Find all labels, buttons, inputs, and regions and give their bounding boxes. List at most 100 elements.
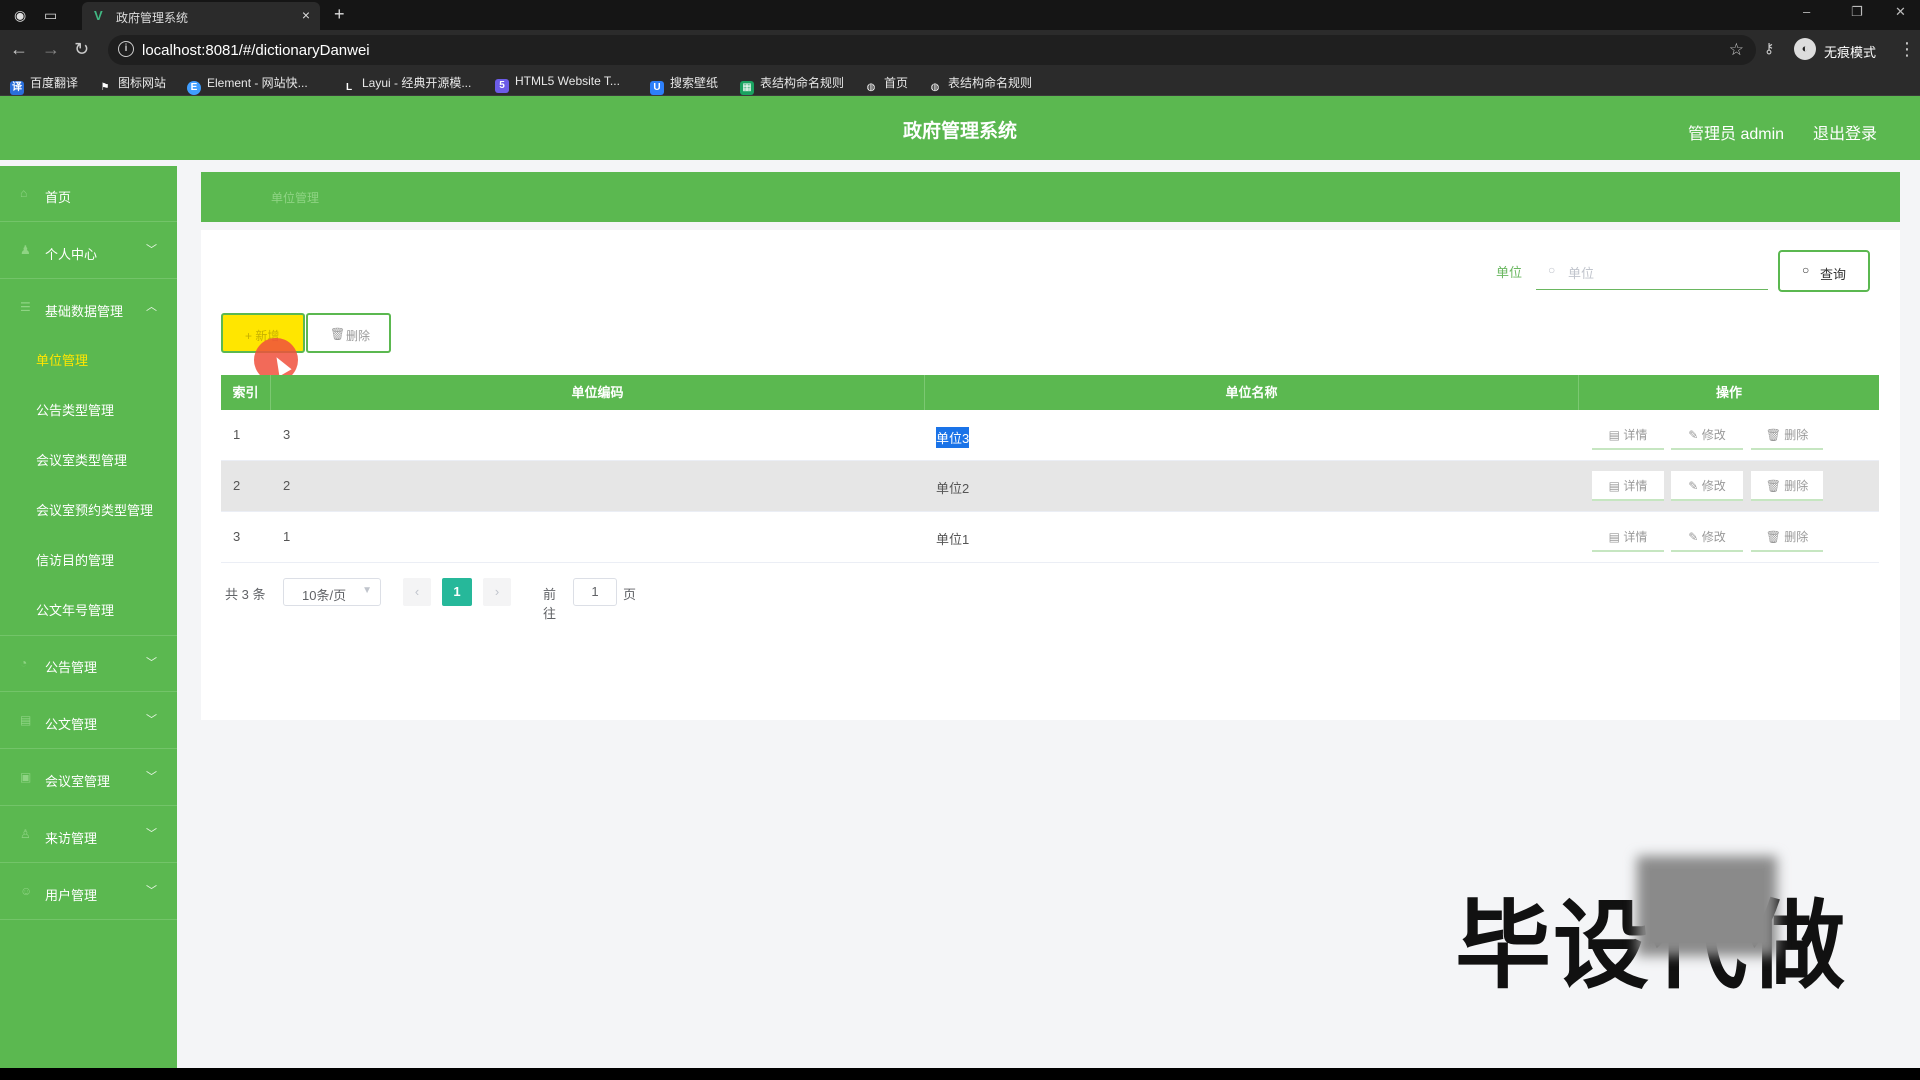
bookmark-item[interactable]: ◍ 表结构命名规则 [928, 74, 1032, 93]
next-page-button[interactable]: › [483, 578, 511, 606]
page-suffix: 页 [623, 587, 637, 602]
delete-button[interactable]: 🗑 删除 [1751, 420, 1823, 450]
new-tab-icon[interactable]: + [334, 4, 345, 25]
vue-favicon-icon: V [94, 8, 103, 23]
bookmark-label: 表结构命名规则 [760, 76, 845, 90]
room-icon: ▣ [20, 770, 32, 784]
sidebar-sub-room-type[interactable]: 会议室类型管理 [0, 432, 177, 482]
password-key-icon[interactable]: ⚷ [1764, 40, 1774, 57]
bookmark-item[interactable]: ⚑ 图标网站 [98, 74, 167, 93]
chevron-down-icon: ﹀ [146, 244, 157, 256]
sidebar-sub-petition-purpose[interactable]: 信访目的管理 [0, 532, 177, 582]
bookmark-item[interactable]: 5 HTML5 Website T... [495, 74, 620, 93]
bell-icon: ◔ [20, 656, 28, 670]
sidebar-item-label: 来访管理 [45, 831, 98, 846]
detail-button[interactable]: ▤ 详情 [1592, 471, 1664, 501]
bookmark-item[interactable]: 译百度翻译 [10, 74, 79, 95]
close-tab-icon[interactable]: × [302, 7, 310, 23]
page-size-select[interactable]: 10条/页 ▼ [283, 578, 381, 606]
chevron-down-icon: ﹀ [146, 885, 157, 897]
sidebar-item-document[interactable]: ▤ 公文管理 ﹀ [0, 693, 177, 749]
cell-index: 2 [233, 478, 241, 493]
column-header: 单位名称 [925, 375, 1579, 410]
watermark-blur [1637, 856, 1777, 956]
sidebar-item-profile[interactable]: ♟ 个人中心 ﹀ [0, 223, 177, 279]
edit-button[interactable]: ✎ 修改 [1671, 471, 1743, 501]
sidebar-item-label: 基础数据管理 [45, 304, 124, 319]
bookmark-label: Element - 网站快... [207, 76, 308, 90]
sidebar-item-label: 公文管理 [45, 717, 98, 732]
bookmark-item[interactable]: U 搜索壁纸 [650, 74, 718, 95]
chevron-down-icon: ﹀ [146, 771, 157, 783]
url-text: localhost:8081/#/dictionaryDanwei [142, 42, 370, 59]
url-field[interactable]: i localhost:8081/#/dictionaryDanwei ☆ [108, 35, 1756, 65]
query-button[interactable]: ○ 查询 [1778, 250, 1870, 292]
sidebar-sub-label: 信访目的管理 [36, 553, 115, 568]
delete-button[interactable]: 🗑 删除 [1751, 471, 1823, 501]
bulk-delete-label: 删除 [346, 329, 371, 343]
bookmark-star-icon[interactable]: ☆ [1729, 40, 1744, 60]
bookmark-item[interactable]: ◍ 首页 [864, 74, 908, 93]
sidebar-sub-doc-year[interactable]: 公文年号管理 [0, 582, 177, 632]
forward-arrow-icon[interactable]: → [42, 39, 60, 59]
chevron-down-icon: ﹀ [146, 828, 157, 840]
goto-page-input[interactable]: 1 [573, 578, 617, 606]
sidebar-item-notice[interactable]: ◔ 公告管理 ﹀ [0, 636, 177, 692]
sheet-icon: ▦ [740, 81, 754, 95]
close-window-icon[interactable]: ✕ [1895, 4, 1906, 20]
detail-button[interactable]: ▤ 详情 [1592, 420, 1664, 450]
edit-label: 修改 [1701, 428, 1726, 442]
bookmark-item[interactable]: L Layui - 经典开源模... [342, 74, 471, 93]
page-number-current[interactable]: 1 [442, 578, 472, 606]
browser-menu-icon[interactable]: ⋮ [1898, 39, 1916, 60]
sidebar-item-home[interactable]: ⌂ 首页 [0, 166, 177, 222]
delete-button[interactable]: 🗑 删除 [1751, 522, 1823, 552]
bulk-delete-button[interactable]: 🗑 删除 [306, 313, 391, 353]
query-button-label: 查询 [1820, 267, 1847, 282]
sidebar-item-basic-data[interactable]: ☰ 基础数据管理 ︿ [0, 280, 177, 336]
sidebar-item-meeting-room[interactable]: ▣ 会议室管理 ﹀ [0, 750, 177, 806]
restore-icon[interactable]: ❐ [1851, 4, 1863, 20]
goto-label: 前往 [543, 587, 557, 621]
table-row[interactable]: 1 3 单位3 ▤ 详情 ✎ 修改 🗑 删除 [221, 410, 1879, 461]
detail-button[interactable]: ▤ 详情 [1592, 522, 1664, 552]
prev-page-button[interactable]: ‹ [403, 578, 431, 606]
sidebar-sub-booking-type[interactable]: 会议室预约类型管理 [0, 482, 177, 532]
tab-strip-icon[interactable]: ▭ [44, 7, 57, 23]
back-arrow-icon[interactable]: ← [10, 39, 28, 59]
users-icon: ☺ [20, 884, 33, 898]
logout-link[interactable]: 退出登录 [1813, 120, 1877, 144]
bookmark-item[interactable]: ▦ 表结构命名规则 [740, 74, 845, 95]
element-icon: E [187, 81, 201, 95]
table-row[interactable]: 3 1 单位1 ▤ 详情 ✎ 修改 🗑 删除 [221, 512, 1879, 563]
sidebar-item-users[interactable]: ☺ 用户管理 ﹀ [0, 864, 177, 920]
breadcrumb: 单位管理 [201, 172, 1900, 222]
bookmark-label: HTML5 Website T... [515, 74, 620, 88]
search-placeholder: 单位 [1568, 266, 1595, 281]
wallpaper-icon: U [650, 81, 664, 95]
search-input[interactable]: ○ 单位 [1536, 252, 1768, 290]
site-info-icon[interactable]: i [118, 41, 134, 57]
table-row[interactable]: 2 2 单位2 ▤ 详情 ✎ 修改 🗑 删除 [221, 461, 1879, 512]
cell-name: 单位2 [936, 481, 970, 496]
layui-icon: L [345, 82, 353, 93]
search-icon: ○ [1802, 263, 1810, 277]
browser-tab[interactable]: V 政府管理系统 × [82, 2, 320, 30]
delete-label: 删除 [1784, 479, 1809, 493]
sidebar-item-label: 用户管理 [45, 888, 98, 903]
database-icon: ☰ [20, 300, 31, 314]
bookmark-item[interactable]: E Element - 网站快... [187, 74, 308, 95]
reload-icon[interactable]: ↻ [74, 39, 89, 59]
sidebar-item-visitor[interactable]: ♙ 来访管理 ﹀ [0, 807, 177, 863]
user-icon: ♟ [20, 243, 31, 257]
column-header: 单位编码 [271, 375, 925, 410]
sidebar-sub-notice-type[interactable]: 公告类型管理 [0, 382, 177, 432]
sidebar-item-label: 会议室管理 [45, 774, 111, 789]
bookmark-label: 百度翻译 [30, 76, 79, 90]
sidebar-sub-label: 会议室预约类型管理 [36, 503, 154, 518]
edit-button[interactable]: ✎ 修改 [1671, 420, 1743, 450]
minimize-icon[interactable]: – [1803, 4, 1810, 19]
screen: ◉ ▭ V 政府管理系统 × + – ❐ ✕ ← → ↻ i localhost… [0, 0, 1920, 1068]
edit-button[interactable]: ✎ 修改 [1671, 522, 1743, 552]
sidebar-sub-unit[interactable]: 单位管理 [0, 332, 177, 382]
